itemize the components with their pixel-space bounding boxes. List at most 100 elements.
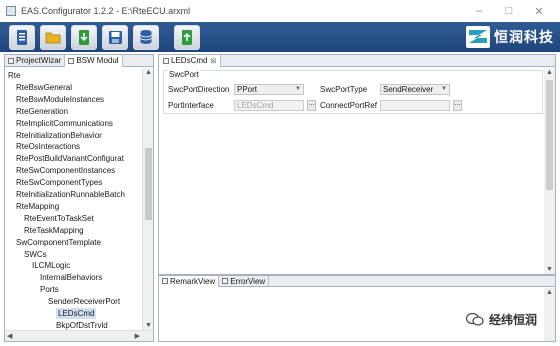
swc-port-type-select[interactable]: SendReceiver ▼	[380, 84, 450, 95]
tree-item[interactable]: RteTaskMapping	[24, 225, 84, 236]
bsw-module-icon	[68, 57, 75, 64]
swc-port-direction-value: PPort	[237, 85, 258, 94]
save-icon	[108, 30, 122, 44]
project-wizard-icon	[8, 57, 14, 64]
swc-port-direction-select[interactable]: PPort ▼	[234, 84, 304, 95]
tree-scroll-thumb[interactable]	[145, 148, 152, 220]
maximize-button[interactable]: □	[494, 0, 524, 22]
new-icon	[17, 29, 27, 45]
scroll-up-icon[interactable]: ▲	[145, 69, 152, 76]
left-panel: ProjectWizar BSW Modul Rte RteBswGeneral R…	[4, 54, 154, 342]
chevron-down-icon: ▼	[441, 86, 447, 92]
tab-project-wizard[interactable]: ProjectWizar	[5, 54, 66, 67]
app-icon	[6, 6, 16, 16]
bottom-tabs: RemarkView ErrorView	[159, 275, 555, 287]
close-tab-icon[interactable]: ⊠	[210, 57, 216, 65]
open-folder-button[interactable]	[40, 24, 66, 50]
company-logo: 恒润科技	[466, 25, 554, 49]
connect-port-ref-label: ConnectPortRef	[320, 101, 377, 110]
open-icon	[45, 32, 61, 44]
tab-label: BSW Modul	[76, 56, 119, 65]
module-tree: Rte RteBswGeneral RteBswModuleInstances Rte…	[5, 68, 142, 330]
tree-item[interactable]: RteGeneration	[16, 106, 68, 117]
minimize-button[interactable]: –	[464, 0, 494, 22]
bottom-panel: RemarkView ErrorView ▲ 经纬恒润	[158, 275, 556, 342]
group-title: SwcPort	[168, 70, 200, 79]
import-icon	[79, 29, 89, 45]
port-interface-browse-button[interactable]: ...	[307, 100, 316, 111]
editor-panel: LEDsCmd ⊠ SwcPort SwcPortDirection PPort…	[158, 54, 556, 275]
editor-tabs: LEDsCmd ⊠	[159, 54, 555, 67]
tab-label: ErrorView	[230, 276, 266, 286]
window-controls: – □ ✕	[464, 0, 554, 22]
tree-item[interactable]: RteImplicitCommunications	[16, 118, 113, 129]
close-button[interactable]: ✕	[524, 0, 554, 22]
remark-view-icon	[162, 278, 168, 284]
tab-bsw-module[interactable]: BSW Modul	[65, 54, 123, 67]
swc-port-type-label: SwcPortType	[320, 85, 368, 94]
tab-ledscmd[interactable]: LEDsCmd ⊠	[159, 54, 222, 67]
new-file-button[interactable]	[9, 24, 35, 50]
tree-item[interactable]: InternalBehaviors	[40, 272, 102, 283]
logo-mark-icon	[466, 26, 490, 48]
tree-item[interactable]: RteInitializationBehavior	[16, 130, 102, 141]
tree-item[interactable]: BkpOfDstTrvld	[56, 320, 108, 330]
swc-port-direction-label: SwcPortDirection	[168, 85, 230, 94]
import-button[interactable]	[71, 24, 97, 50]
tree-item[interactable]: RteInitializationRunnableBatch	[16, 189, 125, 200]
tree-item[interactable]: RteMapping	[16, 201, 59, 212]
save-button[interactable]	[102, 24, 128, 50]
tree-horizontal-scrollbar[interactable]: ◀ ▶	[5, 330, 153, 341]
tree-item[interactable]: Rte	[8, 70, 20, 81]
tree-item-selected[interactable]: LEDsCmd	[56, 308, 97, 319]
tab-error-view[interactable]: ErrorView	[219, 275, 270, 287]
tab-label: LEDsCmd	[171, 56, 208, 65]
database-button[interactable]	[133, 24, 159, 50]
tree-vertical-scrollbar[interactable]: ▲ ▼	[142, 68, 153, 330]
left-panel-tabs: ProjectWizar BSW Modul	[5, 54, 153, 67]
tree-item[interactable]: RteBswModuleInstances	[16, 94, 104, 105]
scroll-right-icon[interactable]: ▶	[135, 332, 140, 340]
main-toolbar: 恒润科技	[0, 22, 560, 52]
tree-item[interactable]: Ports	[40, 284, 59, 295]
connect-port-ref-field[interactable]	[380, 100, 450, 111]
port-interface-field[interactable]: LEDsCmd	[234, 100, 304, 111]
scroll-up-icon[interactable]: ▲	[546, 289, 553, 296]
editor-vertical-scrollbar[interactable]: ▲ ▼	[544, 68, 555, 274]
scroll-left-icon[interactable]: ◀	[7, 332, 12, 340]
logo-text: 恒润科技	[494, 29, 554, 45]
bottom-vertical-scrollbar[interactable]: ▲	[544, 288, 555, 341]
scroll-down-icon[interactable]: ▼	[145, 322, 152, 329]
watermark: 经纬恒润	[465, 311, 537, 328]
scroll-down-icon[interactable]: ▼	[546, 266, 553, 273]
swc-port-type-value: SendReceiver	[383, 85, 434, 94]
export-icon	[182, 29, 192, 45]
tree-item[interactable]: SenderReceiverPort	[48, 296, 120, 307]
title-bar: EAS.Configurator 1.2.2 - E:\RteECU.arxml…	[0, 0, 560, 22]
wechat-icon	[465, 312, 484, 326]
port-interface-label: PortInterface	[168, 101, 214, 110]
connect-port-ref-browse-button[interactable]: ...	[453, 100, 462, 111]
port-icon	[163, 57, 169, 64]
watermark-text: 经纬恒润	[488, 313, 537, 327]
tab-label: RemarkView	[170, 276, 216, 286]
database-icon	[140, 30, 152, 44]
error-view-icon	[222, 278, 229, 284]
tree-item[interactable]: SwComponentTemplate	[16, 237, 101, 248]
export-button[interactable]	[174, 24, 200, 50]
tree-item[interactable]: RteOsInteractions	[16, 141, 80, 152]
tree-item[interactable]: SWCs	[24, 249, 47, 260]
tree-item[interactable]: RtePostBuildVariantConfigurat	[16, 153, 124, 164]
tab-label: ProjectWizar	[16, 56, 62, 65]
tree-item[interactable]: RteSwComponentInstances	[16, 165, 115, 176]
chevron-down-icon: ▼	[295, 86, 301, 92]
tree-item[interactable]: ILCMLogic	[32, 260, 70, 271]
window-title: EAS.Configurator 1.2.2 - E:\RteECU.arxml	[21, 6, 191, 16]
swcport-group: SwcPort SwcPortDirection PPort ▼ SwcPort…	[163, 70, 543, 114]
tab-remark-view[interactable]: RemarkView	[159, 275, 220, 287]
editor-scroll-thumb[interactable]	[546, 80, 553, 190]
tree-item[interactable]: RteEventToTaskSet	[24, 213, 94, 224]
scroll-up-icon[interactable]: ▲	[546, 69, 553, 76]
tree-item[interactable]: RteSwComponentTypes	[16, 177, 102, 188]
tree-item[interactable]: RteBswGeneral	[16, 82, 72, 93]
